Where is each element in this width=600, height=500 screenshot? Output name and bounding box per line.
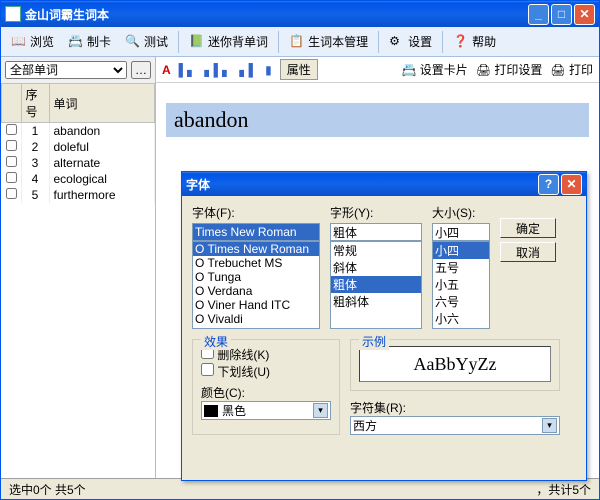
card-toolbar: A ▌▖ ▖▌▖ ▖▌ ▮ 属性 📇 设置卡片 🖨 打印设置 🖨 打印 [156, 57, 599, 83]
current-word: abandon [166, 103, 589, 137]
word-table: 序号 单词 1abandon2doleful3alternate4ecologi… [1, 83, 155, 203]
list-item[interactable]: O Vivaldi [193, 312, 319, 326]
list-item[interactable]: 小四 [433, 242, 489, 259]
style-input[interactable] [330, 223, 422, 241]
font-dialog: 字体 ? ✕ 字体(F): O Times New RomanO Trebuch… [181, 171, 587, 481]
style-list[interactable]: 常规斜体粗体粗斜体 [330, 241, 422, 329]
style-label: 字形(Y): [330, 204, 422, 221]
underline-checkbox[interactable] [201, 363, 214, 376]
list-item[interactable]: 小六 [433, 310, 489, 327]
toolbar-帮助[interactable]: ❓帮助 [447, 30, 502, 53]
toolbar-制卡[interactable]: 📇制卡 [62, 30, 117, 53]
table-row[interactable]: 1abandon [2, 123, 155, 140]
status-right: ，共计5个 [536, 481, 591, 497]
effects-legend: 效果 [201, 333, 231, 350]
filter-select[interactable]: 全部单词 [5, 61, 127, 79]
list-item[interactable]: O Verdana [193, 284, 319, 298]
list-item[interactable]: 七号 [433, 327, 489, 329]
font-label: 字体(F): [192, 204, 320, 221]
color-select[interactable]: 黑色▾ [201, 401, 331, 420]
word-list-panel: 全部单词 … 序号 单词 1abandon2doleful3alternate4… [1, 57, 156, 478]
table-row[interactable]: 3alternate [2, 155, 155, 171]
font-list[interactable]: O Times New RomanO Trebuchet MSO TungaO … [192, 241, 320, 329]
status-bar: 选中0个 共5个 ，共计5个 [1, 478, 599, 499]
list-item[interactable]: 常规 [331, 242, 421, 259]
print-settings-button[interactable]: 🖨 打印设置 [476, 61, 543, 78]
set-card-button[interactable]: 📇 设置卡片 [402, 61, 468, 78]
table-row[interactable]: 2doleful [2, 139, 155, 155]
minimize-button[interactable]: _ [528, 4, 549, 25]
dialog-close-button[interactable]: ✕ [561, 174, 582, 195]
color-label: 颜色(C): [201, 384, 331, 401]
dialog-help-button[interactable]: ? [538, 174, 559, 195]
align-right-icon[interactable]: ▖▌ [239, 63, 257, 77]
list-item[interactable]: 粗斜体 [331, 293, 421, 310]
dialog-title: 字体 [186, 176, 536, 193]
table-row[interactable]: 4ecological [2, 171, 155, 187]
charset-select[interactable]: 西方▾ [350, 416, 560, 435]
toolbar-迷你背单词[interactable]: 📗迷你背单词 [183, 30, 274, 53]
list-item[interactable]: O Viner Hand ITC [193, 298, 319, 312]
col-num[interactable]: 序号 [21, 84, 49, 123]
list-item[interactable]: 小五 [433, 276, 489, 293]
list-item[interactable]: 六号 [433, 293, 489, 310]
list-item[interactable]: 五号 [433, 259, 489, 276]
filter-button[interactable]: … [131, 61, 151, 79]
col-word[interactable]: 单词 [49, 84, 155, 123]
toolbar-生词本管理[interactable]: 📋生词本管理 [283, 30, 374, 53]
list-item[interactable]: 粗体 [331, 276, 421, 293]
app-icon [5, 6, 21, 22]
print-button[interactable]: 🖨 打印 [550, 61, 593, 78]
window-title: 金山词霸生词本 [25, 6, 526, 23]
toolbar-测试[interactable]: 🔍测试 [119, 30, 174, 53]
size-list[interactable]: 小四五号小五六号小六七号八号 [432, 241, 490, 329]
maximize-button[interactable]: □ [551, 4, 572, 25]
sample-text: AaBbYyZz [359, 346, 551, 382]
cancel-button[interactable]: 取消 [500, 242, 556, 262]
sample-legend: 示例 [359, 333, 389, 350]
align-center-icon[interactable]: ▖▌▖ [204, 63, 231, 77]
status-left: 选中0个 共5个 [9, 481, 86, 497]
main-toolbar: 📖浏览📇制卡🔍测试 📗迷你背单词 📋生词本管理 ⚙设置 ❓帮助 [1, 27, 599, 57]
align-left-icon[interactable]: ▌▖ [179, 63, 197, 77]
table-row[interactable]: 5furthermore [2, 187, 155, 203]
list-item[interactable]: O Vladimir Script [193, 326, 319, 329]
toolbar-设置[interactable]: ⚙设置 [383, 30, 438, 53]
charset-label: 字符集(R): [350, 399, 560, 416]
size-input[interactable] [432, 223, 490, 241]
list-item[interactable]: 斜体 [331, 259, 421, 276]
list-item[interactable]: O Tunga [193, 270, 319, 284]
list-item[interactable]: O Times New Roman [193, 242, 319, 256]
font-prop-button[interactable]: 属性 [280, 59, 318, 80]
font-input[interactable] [192, 223, 320, 241]
ok-button[interactable]: 确定 [500, 218, 556, 238]
toolbar-浏览[interactable]: 📖浏览 [5, 30, 60, 53]
alpha-indicator[interactable]: A [162, 63, 171, 77]
color-icon[interactable]: ▮ [265, 63, 272, 77]
size-label: 大小(S): [432, 204, 490, 221]
col-check[interactable] [2, 84, 22, 123]
main-titlebar: 金山词霸生词本 _ □ ✕ [1, 1, 599, 27]
close-button[interactable]: ✕ [574, 4, 595, 25]
list-item[interactable]: O Trebuchet MS [193, 256, 319, 270]
